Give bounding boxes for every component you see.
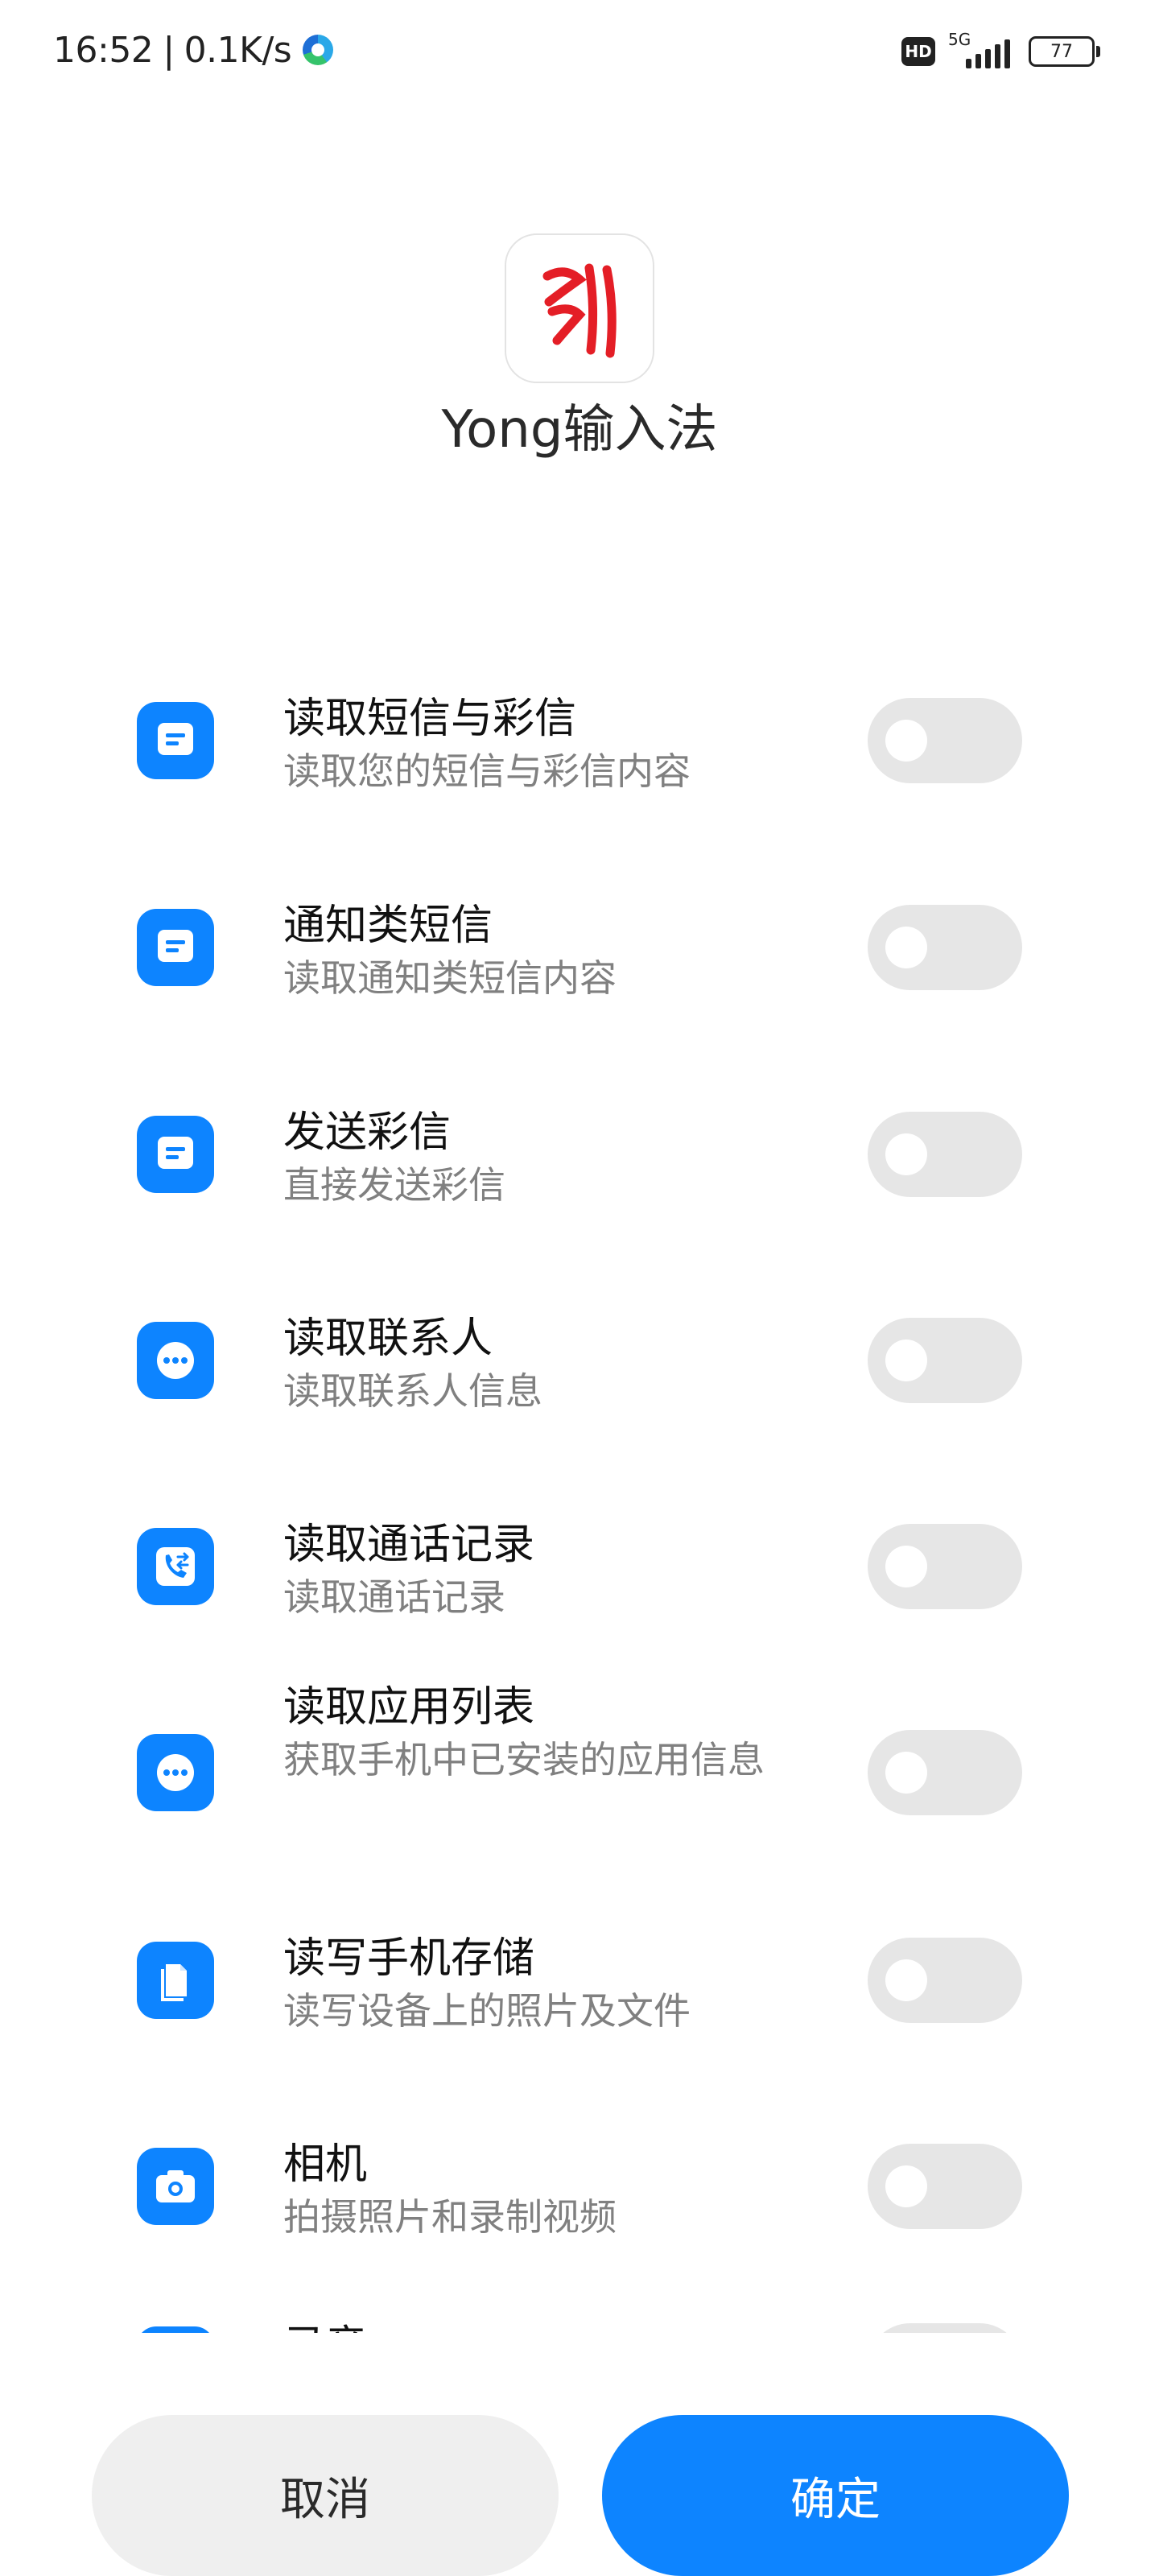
signal-icon: 5G	[948, 30, 1013, 72]
permission-row: 读取通话记录 读取通话记录	[0, 1486, 1159, 1647]
microphone-icon	[137, 2326, 214, 2333]
more-dots-icon	[137, 1734, 214, 1811]
permission-title: 读取联系人	[283, 1315, 493, 1363]
permission-desc: 读取您的短信与彩信内容	[283, 749, 691, 793]
status-right: HD 5G 77	[901, 29, 1100, 74]
toggle-knob	[885, 927, 927, 968]
permission-row: 读取短信与彩信 读取您的短信与彩信内容	[0, 660, 1159, 821]
net-speed: 0.1K/s	[184, 29, 292, 71]
permission-toggle[interactable]	[868, 1318, 1022, 1403]
toggle-knob	[885, 2165, 927, 2207]
files-icon	[137, 1942, 214, 2019]
message-icon	[137, 909, 214, 986]
permission-toggle[interactable]	[868, 905, 1022, 990]
permission-desc: 获取手机中已安装的应用信息	[283, 1738, 765, 1781]
permission-toggle[interactable]	[868, 2323, 1022, 2333]
permission-toggle[interactable]	[868, 1112, 1022, 1197]
toggle-knob	[885, 1340, 927, 1381]
permission-row: 读写手机存储 读写设备上的照片及文件	[0, 1900, 1159, 2061]
permission-desc: 读取联系人信息	[283, 1369, 542, 1413]
message-icon	[137, 1116, 214, 1193]
edge-browser-icon	[303, 35, 334, 65]
permission-title: 发送彩信	[283, 1108, 452, 1157]
permission-toggle[interactable]	[868, 698, 1022, 783]
toggle-knob	[885, 1752, 927, 1794]
toggle-knob	[885, 720, 927, 762]
permission-title: 读写手机存储	[283, 1934, 535, 1983]
permission-title: 读取应用列表	[283, 1683, 535, 1732]
permission-title: 相机	[283, 2140, 368, 2189]
permission-toggle[interactable]	[868, 1524, 1022, 1609]
status-bar: 16:52 | 0.1K/s HD 5G 77	[0, 0, 1159, 97]
permission-list[interactable]: 读取短信与彩信 读取您的短信与彩信内容 通知类短信 读取通知类短信内容 发送彩信…	[0, 636, 1159, 2333]
message-icon	[137, 702, 214, 779]
toggle-knob	[885, 1959, 927, 2001]
permission-title: 通知类短信	[283, 902, 493, 950]
signal-bars	[966, 39, 1010, 68]
permission-desc: 直接发送彩信	[283, 1163, 505, 1207]
more-dots-icon	[137, 1322, 214, 1399]
confirm-button[interactable]: 确定	[602, 2415, 1069, 2576]
permission-title: 录音	[283, 2312, 367, 2333]
permission-row: 相机 拍摄照片和录制视频	[0, 2106, 1159, 2267]
permission-desc: 读取通话记录	[283, 1575, 505, 1619]
permission-toggle[interactable]	[868, 2144, 1022, 2229]
status-left: 16:52 | 0.1K/s	[53, 27, 334, 72]
permission-title: 读取通话记录	[283, 1521, 535, 1569]
toggle-knob	[885, 1133, 927, 1175]
battery-icon: 77	[1029, 36, 1100, 67]
permission-row: 通知类短信 读取通知类短信内容	[0, 867, 1159, 1028]
permission-row: 录音	[0, 2312, 1159, 2333]
status-separator: |	[163, 29, 175, 71]
status-time: 16:52	[53, 29, 154, 71]
permission-toggle[interactable]	[868, 1938, 1022, 2023]
toggle-knob	[885, 1546, 927, 1587]
cancel-button[interactable]: 取消	[92, 2415, 559, 2576]
camera-icon	[137, 2148, 214, 2225]
permission-desc: 拍摄照片和录制视频	[283, 2195, 617, 2239]
permission-row: 读取应用列表 获取手机中已安装的应用信息	[0, 1673, 1159, 1882]
permission-row: 发送彩信 直接发送彩信	[0, 1074, 1159, 1235]
permission-title: 读取短信与彩信	[283, 695, 577, 743]
phone-transfer-icon	[137, 1528, 214, 1605]
yong-logo-icon	[505, 233, 654, 383]
battery-level: 77	[1050, 41, 1073, 62]
permission-desc: 读写设备上的照片及文件	[283, 1989, 691, 2033]
permission-desc: 读取通知类短信内容	[283, 956, 617, 1000]
permission-toggle[interactable]	[868, 1730, 1022, 1815]
app-name: Yong输入法	[441, 400, 718, 460]
hd-badge: HD	[901, 37, 935, 66]
permission-row: 读取联系人 读取联系人信息	[0, 1280, 1159, 1441]
